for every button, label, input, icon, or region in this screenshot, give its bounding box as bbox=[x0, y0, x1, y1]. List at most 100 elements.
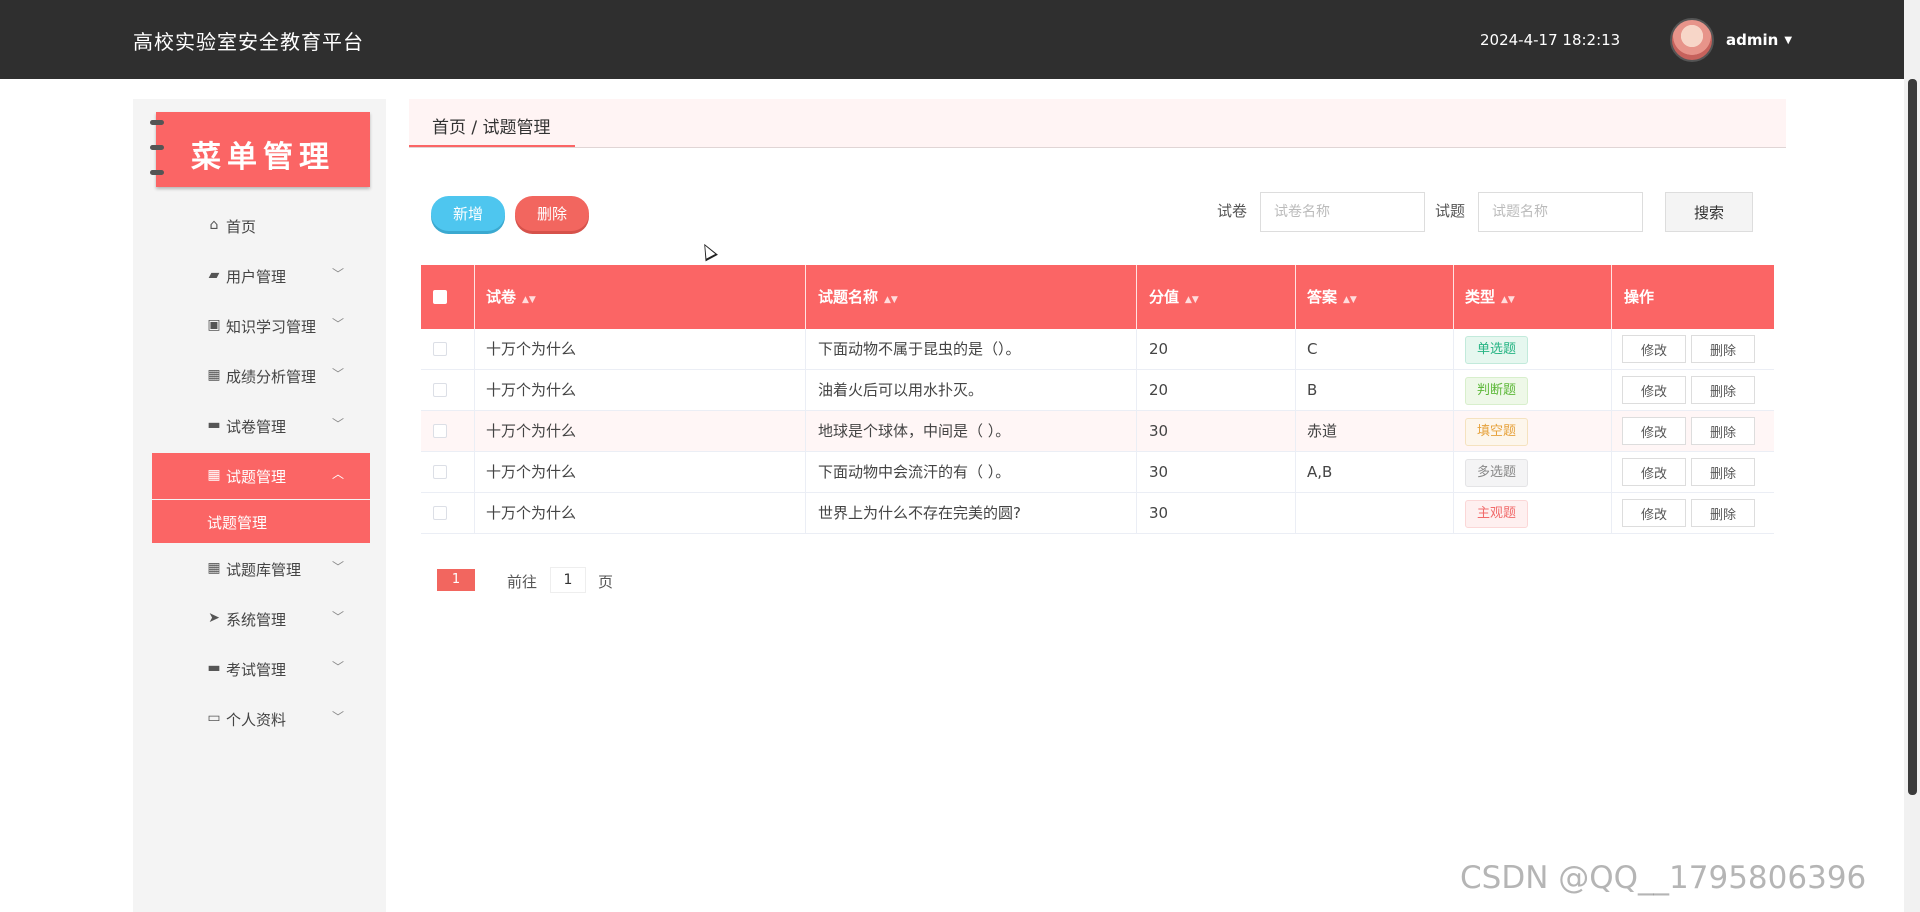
question-search-label: 试题 bbox=[1435, 202, 1466, 220]
monitor-icon: ▬ bbox=[207, 660, 221, 676]
chevron-down-icon: ﹀ bbox=[332, 367, 345, 381]
add-button[interactable]: 新增 bbox=[431, 196, 505, 231]
sidebar-item-label: 试题库管理 bbox=[226, 561, 302, 579]
edit-button[interactable]: 修改 bbox=[1622, 499, 1686, 527]
sidebar-item-home[interactable]: ⌂ 首页 bbox=[152, 203, 370, 249]
sort-icon[interactable]: ▲▼ bbox=[522, 295, 536, 305]
cell-actions: 修改 删除 bbox=[1612, 452, 1774, 493]
column-header-label: 分值 bbox=[1149, 288, 1180, 306]
top-bar: 高校实验室安全教育平台 2024-4-17 18:2:13 admin ▼ bbox=[0, 0, 1920, 79]
sidebar-subitem-label: 试题管理 bbox=[207, 514, 268, 532]
menu-logo-text: 菜单管理 bbox=[191, 140, 335, 175]
row-checkbox[interactable] bbox=[433, 424, 447, 438]
cell-paper: 十万个为什么 bbox=[475, 329, 806, 370]
sidebar-item-questions[interactable]: ▦ 试题管理 ︿ bbox=[152, 453, 370, 499]
sidebar-item-papers[interactable]: ▬ 试卷管理 ﹀ bbox=[152, 403, 370, 449]
username[interactable]: admin bbox=[1726, 31, 1778, 49]
grid-icon: ▦ bbox=[207, 467, 221, 483]
row-checkbox[interactable] bbox=[433, 342, 447, 356]
row-select-cell bbox=[421, 493, 475, 534]
cell-answer: C bbox=[1296, 329, 1454, 370]
table-row: 十万个为什么 世界上为什么不存在完美的圆? 30 主观题 修改 删除 bbox=[421, 493, 1774, 534]
sidebar-item-users[interactable]: ▰ 用户管理 ﹀ bbox=[152, 253, 370, 299]
sort-icon[interactable]: ▲▼ bbox=[1343, 295, 1357, 305]
column-header-label: 操作 bbox=[1624, 288, 1655, 306]
paper-search-input[interactable] bbox=[1260, 192, 1425, 232]
cell-answer: A,B bbox=[1296, 452, 1454, 493]
delete-row-button[interactable]: 删除 bbox=[1691, 335, 1755, 363]
delete-row-button[interactable]: 删除 bbox=[1691, 417, 1755, 445]
table-row: 十万个为什么 下面动物不属于昆虫的是（）。 20 C 单选题 修改 删除 bbox=[421, 329, 1774, 370]
sort-icon[interactable]: ▲▼ bbox=[884, 295, 898, 305]
edit-button[interactable]: 修改 bbox=[1622, 376, 1686, 404]
cell-answer bbox=[1296, 493, 1454, 534]
row-checkbox[interactable] bbox=[433, 506, 447, 520]
sidebar-item-profile[interactable]: ▭ 个人资料 ﹀ bbox=[152, 696, 370, 742]
row-select-cell bbox=[421, 452, 475, 493]
column-header-type[interactable]: 类型 ▲▼ bbox=[1454, 265, 1612, 329]
edit-button[interactable]: 修改 bbox=[1622, 458, 1686, 486]
grid-icon: ▦ bbox=[207, 367, 221, 383]
user-menu[interactable]: admin ▼ bbox=[1670, 18, 1792, 62]
delete-row-button[interactable]: 删除 bbox=[1691, 376, 1755, 404]
delete-row-button[interactable]: 删除 bbox=[1691, 499, 1755, 527]
watermark: CSDN @QQ__1795806396 bbox=[1460, 860, 1867, 896]
avatar[interactable] bbox=[1670, 18, 1714, 62]
breadcrumb-underline bbox=[409, 145, 575, 147]
cell-question: 油着火后可以用水扑灭。 bbox=[806, 370, 1137, 411]
sidebar-item-question-bank[interactable]: ▦ 试题库管理 ﹀ bbox=[152, 546, 370, 592]
cell-question: 下面动物中会流汗的有（ ）。 bbox=[806, 452, 1137, 493]
column-header-answer[interactable]: 答案 ▲▼ bbox=[1296, 265, 1454, 329]
table-header: 试卷 ▲▼ 试题名称 ▲▼ 分值 ▲▼ 答案 ▲▼ 类型 ▲▼ 操作 bbox=[421, 265, 1774, 329]
grid-icon: ▦ bbox=[207, 560, 221, 576]
cell-score: 20 bbox=[1137, 329, 1296, 370]
sidebar-item-knowledge[interactable]: ▣ 知识学习管理 ﹀ bbox=[152, 303, 370, 349]
cell-paper: 十万个为什么 bbox=[475, 411, 806, 452]
column-header-paper[interactable]: 试卷 ▲▼ bbox=[475, 265, 806, 329]
page-suffix: 页 bbox=[598, 573, 614, 591]
column-header-label: 试题名称 bbox=[818, 288, 879, 306]
bulk-delete-button[interactable]: 删除 bbox=[515, 196, 589, 231]
row-checkbox[interactable] bbox=[433, 465, 447, 479]
sort-icon[interactable]: ▲▼ bbox=[1185, 295, 1199, 305]
search-button[interactable]: 搜索 bbox=[1665, 192, 1753, 232]
cell-type: 填空题 bbox=[1454, 411, 1612, 452]
sidebar-item-exams[interactable]: ▬ 考试管理 ﹀ bbox=[152, 646, 370, 692]
column-header-label: 类型 bbox=[1465, 288, 1496, 306]
sort-icon[interactable]: ▲▼ bbox=[1501, 295, 1515, 305]
cell-type: 主观题 bbox=[1454, 493, 1612, 534]
column-header-label: 答案 bbox=[1307, 288, 1338, 306]
cell-answer: 赤道 bbox=[1296, 411, 1454, 452]
clipboard-icon: ▣ bbox=[207, 317, 221, 333]
cell-actions: 修改 删除 bbox=[1612, 411, 1774, 452]
scrollbar-thumb[interactable] bbox=[1908, 79, 1917, 795]
column-header-question[interactable]: 试题名称 ▲▼ bbox=[806, 265, 1137, 329]
caret-down-icon[interactable]: ▼ bbox=[1784, 35, 1792, 46]
send-icon: ➤ bbox=[208, 610, 220, 626]
goto-label: 前往 bbox=[507, 573, 538, 591]
chevron-down-icon: ﹀ bbox=[332, 560, 345, 574]
delete-row-button[interactable]: 删除 bbox=[1691, 458, 1755, 486]
breadcrumb[interactable]: 首页 / 试题管理 bbox=[432, 113, 551, 138]
cell-score: 20 bbox=[1137, 370, 1296, 411]
column-header-label: 试卷 bbox=[486, 288, 517, 306]
type-tag: 填空题 bbox=[1465, 417, 1529, 446]
breadcrumb-bar bbox=[409, 99, 1786, 148]
chevron-down-icon: ﹀ bbox=[332, 417, 345, 431]
goto-page-input[interactable] bbox=[550, 567, 586, 593]
sidebar-item-system[interactable]: ➤ 系统管理 ﹀ bbox=[152, 596, 370, 642]
sidebar-subitem-question-management[interactable]: 试题管理 bbox=[152, 500, 370, 543]
cell-question: 世界上为什么不存在完美的圆? bbox=[806, 493, 1137, 534]
sidebar-item-label: 系统管理 bbox=[226, 611, 287, 629]
select-all-cell bbox=[421, 265, 475, 329]
edit-button[interactable]: 修改 bbox=[1622, 335, 1686, 363]
edit-button[interactable]: 修改 bbox=[1622, 417, 1686, 445]
column-header-actions: 操作 bbox=[1612, 265, 1774, 329]
row-select-cell bbox=[421, 411, 475, 452]
page-number-current[interactable]: 1 bbox=[437, 569, 475, 591]
question-search-input[interactable] bbox=[1478, 192, 1643, 232]
select-all-checkbox[interactable] bbox=[433, 290, 447, 304]
row-checkbox[interactable] bbox=[433, 383, 447, 397]
column-header-score[interactable]: 分值 ▲▼ bbox=[1137, 265, 1296, 329]
sidebar-item-scores[interactable]: ▦ 成绩分析管理 ﹀ bbox=[152, 353, 370, 399]
